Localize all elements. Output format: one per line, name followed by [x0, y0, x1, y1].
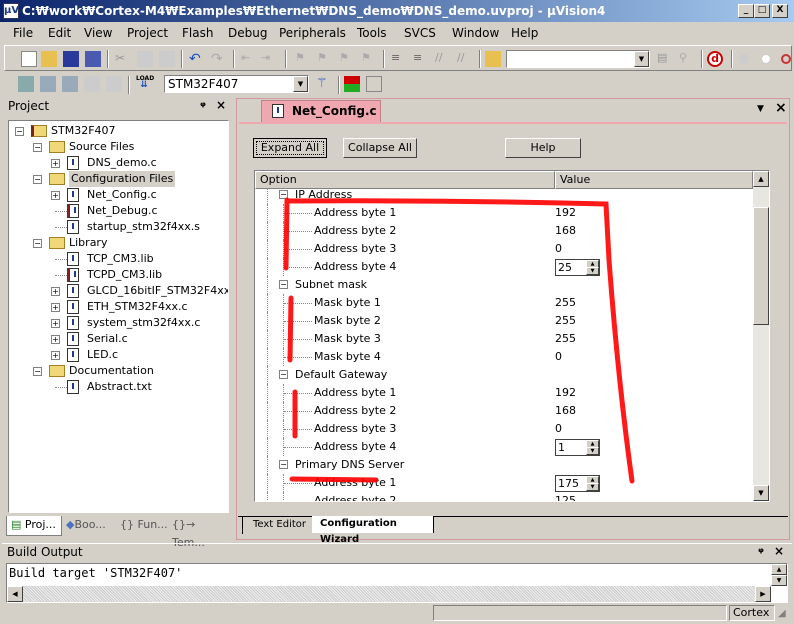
annotation-stroke	[289, 476, 379, 483]
scroll-up-button[interactable]: ▲	[771, 564, 787, 575]
close-icon[interactable]: ×	[774, 544, 784, 558]
scroll-down-button[interactable]: ▼	[771, 575, 787, 586]
scroll-right-button[interactable]: ▶	[755, 586, 771, 602]
build-output-panel: Build target 'STM32F407' ▲ ▼ ◀ ▶	[6, 563, 788, 603]
status-progress	[433, 605, 727, 621]
tab-configuration-wizard[interactable]: Configuration Wizard	[312, 516, 434, 545]
status-target: Cortex	[729, 605, 775, 621]
build-output-title: Build Output	[7, 545, 83, 559]
annotation-stroke	[287, 295, 294, 363]
output-horizontal-scrollbar[interactable]: ◀ ▶	[7, 586, 771, 602]
build-output-header: Build Output ᵠ ×	[2, 543, 792, 561]
annotation-stroke	[283, 197, 290, 271]
pin-icon[interactable]: ᵠ	[758, 545, 764, 559]
annotation-stroke	[285, 198, 635, 484]
build-output-text: Build target 'STM32F407'	[9, 566, 183, 580]
scroll-left-button[interactable]: ◀	[7, 586, 23, 602]
resize-grip-icon[interactable]: ◢	[778, 608, 786, 619]
tab-text-editor[interactable]: Text Editor	[242, 517, 308, 534]
output-vertical-scrollbar[interactable]: ▲ ▼	[771, 564, 787, 586]
